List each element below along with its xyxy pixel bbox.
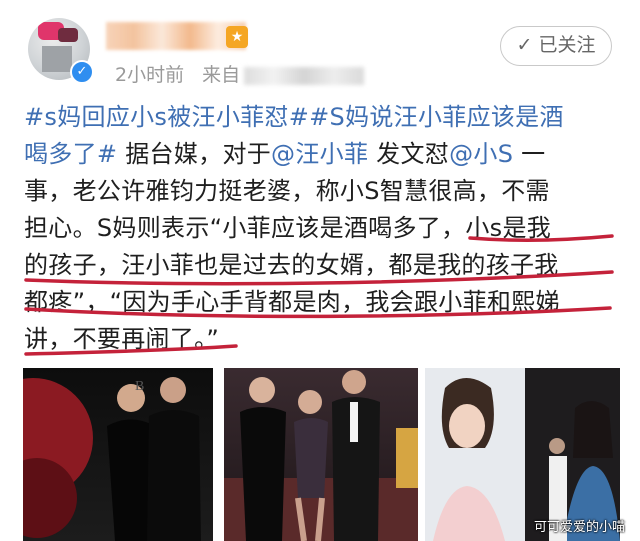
photo-1[interactable]: B (23, 368, 213, 541)
post-source-prefix: 来自 (202, 64, 241, 86)
follow-button[interactable]: ✓ 已关注 (500, 26, 612, 66)
watermark: 可可爱爱的小喵 (534, 520, 626, 535)
svg-text:B: B (135, 379, 144, 394)
follow-button-label: 已关注 (538, 34, 596, 56)
check-icon: ✓ (516, 34, 533, 56)
post-text: 发文怼 (368, 140, 450, 168)
photo-2[interactable] (224, 368, 418, 541)
username-blurred[interactable] (106, 22, 246, 50)
mention-link[interactable]: @小S (449, 140, 513, 168)
post-line-6: 都疼”，“因为手心手背都是肉，我会跟小菲和熙娣 (24, 288, 560, 316)
post-line-7: 讲，不要再闹了。” (24, 325, 220, 353)
post-text: 一 (513, 140, 546, 168)
post-header: ✓ ★ 2小时前 来自 ✓ 已关注 (0, 0, 640, 95)
post-meta: 2小时前 来自 (115, 60, 365, 87)
post-line-2: 喝多了# 据台媒，对于@汪小菲 发文怼@小S 一 (24, 136, 624, 173)
hashtag-link-end[interactable]: 喝多了# (24, 140, 117, 168)
post-line-4: 担心。S妈则表示“小菲应该是酒喝多了，小s是我 (24, 214, 552, 242)
post-body: #s妈回应小s被汪小菲怼##S妈说汪小菲应该是酒 喝多了# 据台媒，对于@汪小菲… (24, 99, 624, 358)
post-text: 据台媒，对于 (117, 140, 272, 168)
post-line-1: #s妈回应小s被汪小菲怼##S妈说汪小菲应该是酒 (24, 99, 624, 136)
post-line-3: 事，老公许雅钧力挺老婆，称小S智慧很高，不需 (24, 177, 550, 205)
post-time: 2小时前 (115, 64, 185, 86)
hashtag-link[interactable]: #s妈回应小s被汪小菲怼##S妈说汪小菲应该是酒 (24, 103, 564, 131)
mention-link[interactable]: @汪小菲 (271, 140, 368, 168)
post-line-5: 的孩子，汪小菲也是过去的女婿，都是我的孩子我 (24, 251, 559, 279)
verified-badge-icon: ✓ (70, 60, 94, 84)
post-source-blurred (244, 66, 365, 85)
medal-icon: ★ (226, 26, 248, 48)
